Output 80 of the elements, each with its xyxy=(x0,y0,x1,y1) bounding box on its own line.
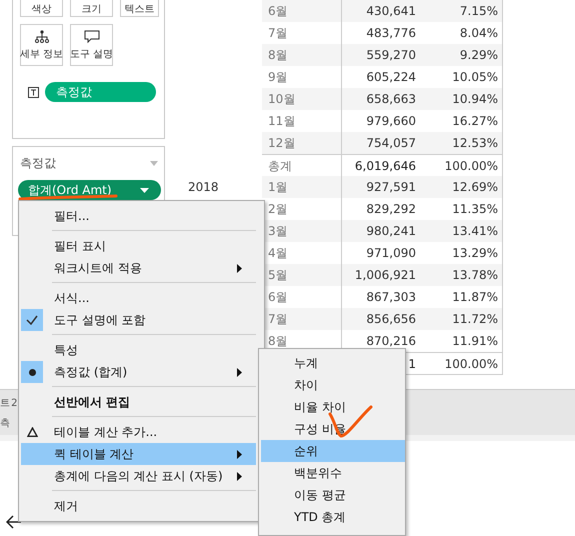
table-cell-text: 979,660 xyxy=(365,113,417,130)
menu-item[interactable]: 순위 xyxy=(261,440,405,462)
table-cell: 856,656 xyxy=(342,308,422,330)
submenu-arrow-icon xyxy=(237,450,242,458)
marks-button[interactable]: 텍스트 xyxy=(120,0,159,17)
table-cell-text: 16.27% xyxy=(451,113,499,130)
menu-item[interactable]: 퀵 테이블 계산 xyxy=(21,443,256,465)
check-icon xyxy=(26,315,38,325)
menu-item[interactable]: 서식... xyxy=(21,287,256,309)
table-cell: 658,663 xyxy=(342,88,422,110)
table-cell: 754,057 xyxy=(342,132,422,154)
speech-bubble-icon xyxy=(84,30,100,44)
table-cell: 13.78% xyxy=(422,264,502,286)
menu-item[interactable]: 워크시트에 적용 xyxy=(21,257,256,279)
table-cell-text: 971,090 xyxy=(365,245,417,262)
table-cell: 5월 xyxy=(262,264,342,286)
menu-item[interactable]: 제거 xyxy=(21,495,256,517)
table-cell: 7월 xyxy=(262,308,342,330)
marks-button[interactable]: 크기 xyxy=(70,0,113,17)
submenu-arrow-icon xyxy=(237,264,242,272)
menu-item[interactable]: 특성 xyxy=(21,339,256,361)
table-cell: 13.41% xyxy=(422,220,502,242)
dropdown-icon xyxy=(150,161,158,166)
caret-icon xyxy=(140,188,149,192)
menu-item[interactable]: 필터... xyxy=(21,205,256,227)
sheet-tab[interactable]: 측 xyxy=(0,416,16,430)
table-cell: 총계 xyxy=(262,154,342,176)
menu-item[interactable]: 총계에 다음의 계산 표시 (자동) xyxy=(21,465,256,487)
menu-item[interactable]: 백분위수 xyxy=(261,462,405,484)
menu-item[interactable]: 비율 차이 xyxy=(261,396,405,418)
table-cell: 1월 xyxy=(262,176,342,198)
menu-item[interactable]: 측정값 (합계) xyxy=(21,361,256,383)
table-cell: 980,241 xyxy=(342,220,422,242)
menu-item[interactable]: 테이블 계산 추가... xyxy=(21,421,256,443)
table-cell: 8월 xyxy=(262,44,342,66)
menu-item[interactable]: 도구 설명에 포함 xyxy=(21,309,256,331)
back-arrow-icon xyxy=(6,515,22,529)
table-cell-text: 13.29% xyxy=(451,245,499,262)
measure-pill[interactable]: 합계(Ord Amt) xyxy=(18,180,161,200)
marks-button[interactable]: 세부 정보 xyxy=(20,24,63,66)
menu-item[interactable]: 차이 xyxy=(261,374,405,396)
table-cell-text: 867,303 xyxy=(365,289,417,306)
table-cell: 12월 xyxy=(262,132,342,154)
table-cell-text: 870,216 xyxy=(365,333,417,350)
table-cell-text: 11.35% xyxy=(451,201,499,218)
table-cell-text: 11.91% xyxy=(451,333,499,350)
table-cell-text: 605,224 xyxy=(365,69,417,86)
table-cell: 559,270 xyxy=(342,44,422,66)
table-cell: 6월 xyxy=(262,0,342,22)
table-cell-text: 829,292 xyxy=(365,201,417,218)
table-cell-text: 483,776 xyxy=(365,25,417,42)
table-cell-text: 11.87% xyxy=(451,289,499,306)
table-cell: 12.69% xyxy=(422,176,502,198)
triangle-icon xyxy=(26,427,38,437)
table-cell: 3월 xyxy=(262,220,342,242)
table-cell: 927,591 xyxy=(342,176,422,198)
marks-button[interactable]: 색상 xyxy=(20,0,63,17)
table-cell-text: 2018 xyxy=(187,179,220,196)
submenu-arrow-icon xyxy=(237,472,242,480)
sheet-tab[interactable]: 트 2 xyxy=(0,396,16,410)
table-cell: 1,006,921 xyxy=(342,264,422,286)
table-cell: 12.53% xyxy=(422,132,502,154)
submenu-arrow-icon xyxy=(237,368,242,376)
table-cell: 7.15% xyxy=(422,0,502,22)
hierarchy-icon xyxy=(34,30,48,44)
table-cell: 11.72% xyxy=(422,308,502,330)
menu-item[interactable]: YTD 총계 xyxy=(261,506,405,528)
menu-item[interactable]: 선반에서 편집 xyxy=(21,391,256,413)
card-title: 측정값 xyxy=(20,155,56,172)
table-cell-text: 8.04% xyxy=(458,25,499,42)
table-cell: 430,641 xyxy=(342,0,422,22)
dot-icon xyxy=(28,368,36,376)
table-cell: 10.94% xyxy=(422,88,502,110)
table-cell: 9.29% xyxy=(422,44,502,66)
menu-item[interactable]: 이동 평균 xyxy=(261,484,405,506)
table-cell: 10월 xyxy=(262,88,342,110)
table-cell-text: 10.05% xyxy=(451,69,499,86)
marks-button[interactable]: 도구 설명 xyxy=(70,24,113,66)
menu-item[interactable]: 필터 표시 xyxy=(21,235,256,257)
text-icon xyxy=(28,86,39,98)
